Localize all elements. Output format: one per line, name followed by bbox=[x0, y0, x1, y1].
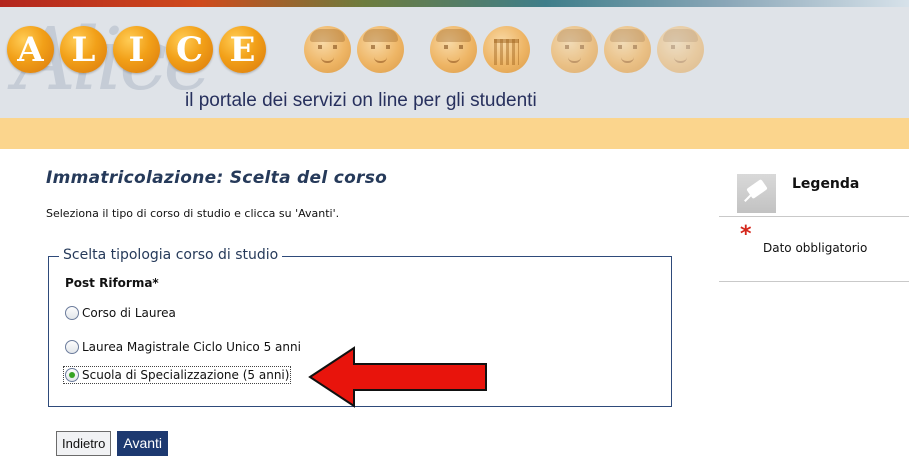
radio-option-corso-di-laurea[interactable]: Corso di Laurea bbox=[65, 304, 176, 322]
legend-header: Legenda bbox=[719, 162, 909, 217]
form-buttons: Indietro Avanti bbox=[56, 431, 169, 456]
radio-option-scuola-specializzazione[interactable]: Scuola di Specializzazione (5 anni) bbox=[63, 366, 292, 384]
radio-option-laurea-magistrale[interactable]: Laurea Magistrale Ciclo Unico 5 anni bbox=[65, 338, 301, 356]
university-building-icon bbox=[483, 26, 530, 73]
student-photo-icon bbox=[657, 26, 704, 73]
page-header: Alice A L I C E il portale dei servizi o… bbox=[0, 7, 909, 118]
student-photo-icon bbox=[430, 26, 477, 73]
header-orange-bar bbox=[0, 118, 909, 149]
instructions-text: Seleziona il tipo di corso di studio e c… bbox=[46, 207, 340, 220]
logo-letter-c: C bbox=[166, 26, 213, 73]
radio-button[interactable] bbox=[65, 306, 79, 320]
required-asterisk-icon: * bbox=[740, 222, 752, 247]
legend-required-row: * Dato obbligatorio bbox=[719, 217, 909, 282]
student-photo-icon bbox=[604, 26, 651, 73]
radio-button[interactable] bbox=[65, 340, 79, 354]
next-button[interactable]: Avanti bbox=[117, 431, 169, 456]
logo-letter-i: I bbox=[113, 26, 160, 73]
red-left-arrow-icon bbox=[308, 346, 487, 408]
legend-panel: Legenda * Dato obbligatorio bbox=[719, 162, 909, 282]
logo-letter-a: A bbox=[7, 26, 54, 73]
radio-label[interactable]: Corso di Laurea bbox=[82, 306, 176, 320]
post-riforma-label: Post Riforma* bbox=[65, 276, 159, 290]
back-button[interactable]: Indietro bbox=[56, 431, 112, 456]
radio-label[interactable]: Scuola di Specializzazione (5 anni) bbox=[82, 368, 289, 382]
pin-icon bbox=[737, 174, 776, 213]
student-photo-icon bbox=[304, 26, 351, 73]
header-top-stripe bbox=[0, 0, 909, 7]
radio-button-selected[interactable] bbox=[65, 368, 79, 382]
student-photo-icon bbox=[551, 26, 598, 73]
required-field-text: Dato obbligatorio bbox=[763, 241, 868, 255]
logo-letter-e: E bbox=[219, 26, 266, 73]
student-photo-icon bbox=[357, 26, 404, 73]
focused-radio-wrapper[interactable]: Scuola di Specializzazione (5 anni) bbox=[63, 366, 292, 384]
logo-letter-l: L bbox=[60, 26, 107, 73]
radio-label[interactable]: Laurea Magistrale Ciclo Unico 5 anni bbox=[82, 340, 301, 354]
legend-title: Legenda bbox=[792, 176, 860, 192]
portal-tagline: il portale dei servizi on line per gli s… bbox=[185, 90, 537, 111]
fieldset-legend: Scelta tipologia corso di studio bbox=[59, 247, 283, 263]
page-title: Immatricolazione: Scelta del corso bbox=[46, 168, 388, 188]
